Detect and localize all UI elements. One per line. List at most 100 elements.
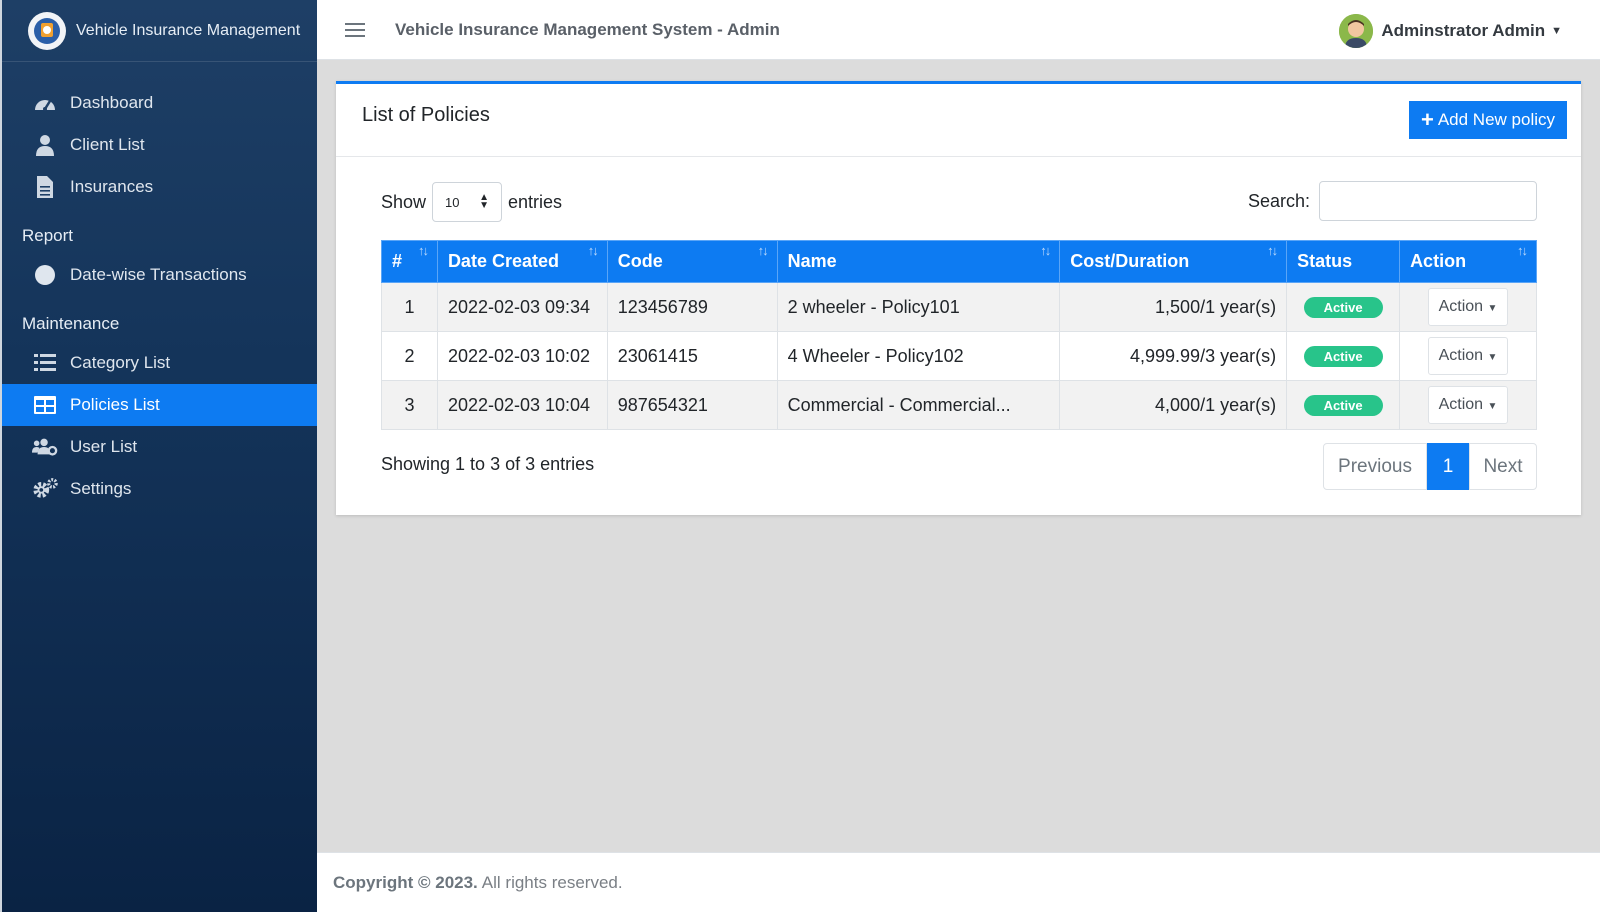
users-gear-icon bbox=[32, 435, 58, 459]
cell-number: 3 bbox=[381, 380, 438, 430]
cell-number: 2 bbox=[381, 331, 438, 381]
sidebar-item-label: Settings bbox=[70, 479, 132, 498]
sidebar-item-date-wise-transactions[interactable]: Date-wise Transactions bbox=[2, 254, 317, 296]
page-length-select[interactable]: 10 ▲ ▼ bbox=[432, 182, 503, 222]
add-new-policy-label: Add New policy bbox=[1437, 110, 1555, 129]
gears-icon bbox=[32, 477, 58, 501]
cell-status: Active bbox=[1286, 331, 1401, 381]
column-header-name[interactable]: Name ↑↓ bbox=[776, 240, 1061, 283]
nav-header-report: Report bbox=[22, 226, 74, 245]
search-control: Search: bbox=[1248, 181, 1537, 221]
user-menu[interactable]: Adminstrator Admin ▼ bbox=[1339, 14, 1562, 48]
footer-rights: All rights reserved. bbox=[481, 872, 623, 892]
sidebar-item-label: Date-wise Transactions bbox=[70, 265, 247, 284]
menu-icon[interactable] bbox=[345, 19, 365, 41]
table-info: Showing 1 to 3 of 3 entries bbox=[381, 454, 595, 474]
brand-title: Vehicle Insurance Management bbox=[76, 21, 301, 39]
sidebar-item-label: Insurances bbox=[70, 177, 154, 196]
avatar bbox=[1339, 14, 1374, 48]
search-input[interactable] bbox=[1319, 181, 1537, 221]
action-dropdown-button[interactable]: Action ▼ bbox=[1427, 288, 1509, 326]
cell-action: Action ▼ bbox=[1399, 380, 1537, 430]
table-header-row: # ↑↓ Date Created ↑↓ Code ↑↓ Name ↑↓ Cost/Du… bbox=[381, 240, 1537, 283]
sidebar-nav: Dashboard Client List Insurances Report … bbox=[2, 62, 317, 510]
cell-cost-duration: 1,500/1 year(s) bbox=[1059, 282, 1288, 332]
status-badge: Active bbox=[1303, 346, 1383, 367]
sort-updown-icon: ▲ ▼ bbox=[479, 192, 490, 211]
cell-status: Active bbox=[1286, 380, 1401, 430]
column-header-action[interactable]: Action ↑↓ bbox=[1399, 240, 1537, 283]
caret-down-icon: ▼ bbox=[1551, 25, 1562, 37]
status-badge: Active bbox=[1303, 297, 1383, 318]
pagination: Previous 1 Next bbox=[1323, 443, 1537, 490]
policies-table: # ↑↓ Date Created ↑↓ Code ↑↓ Name ↑↓ Cost/Du… bbox=[381, 240, 1537, 430]
column-header-date-created[interactable]: Date Created ↑↓ bbox=[436, 240, 608, 283]
caret-down-icon: ▼ bbox=[1487, 352, 1498, 363]
sidebar: Vehicle Insurance Management Dashboard C… bbox=[0, 0, 317, 912]
search-label: Search: bbox=[1247, 190, 1310, 211]
column-header-code[interactable]: Code ↑↓ bbox=[606, 240, 778, 283]
nav-header-maintenance: Maintenance bbox=[22, 314, 120, 333]
sidebar-item-settings[interactable]: Settings bbox=[2, 468, 317, 510]
file-icon bbox=[32, 175, 58, 199]
sort-icon: ↑↓ bbox=[1267, 243, 1278, 258]
sidebar-item-label: Category List bbox=[70, 353, 171, 372]
add-new-policy-button[interactable]: + Add New policy bbox=[1408, 101, 1567, 139]
pagination-page-1[interactable]: 1 bbox=[1427, 443, 1469, 490]
sidebar-item-policies-list[interactable]: Policies List bbox=[2, 384, 317, 426]
footer-copyright: Copyright © 2023. bbox=[333, 872, 478, 892]
column-header-cost-duration[interactable]: Cost/Duration ↑↓ bbox=[1059, 240, 1288, 283]
column-header-number[interactable]: # ↑↓ bbox=[381, 240, 438, 283]
sidebar-item-label: Policies List bbox=[70, 395, 160, 414]
sidebar-item-category-list[interactable]: Category List bbox=[2, 342, 317, 384]
topbar: Vehicle Insurance Management System - Ad… bbox=[317, 0, 1600, 60]
sidebar-item-label: Dashboard bbox=[70, 93, 154, 112]
cell-action: Action ▼ bbox=[1399, 282, 1537, 332]
cell-status: Active bbox=[1286, 282, 1401, 332]
caret-down-icon: ▼ bbox=[1487, 303, 1498, 314]
cell-name: 2 wheeler - Policy101 bbox=[776, 282, 1061, 332]
page-length-control: Show 10 ▲ ▼ entries bbox=[381, 182, 562, 222]
user-name: Adminstrator Admin bbox=[1381, 21, 1546, 40]
table-row: 1 2022-02-03 09:34 123456789 2 wheeler -… bbox=[381, 282, 1537, 332]
sort-icon: ↑↓ bbox=[587, 243, 599, 258]
sort-icon: ↑↓ bbox=[1517, 243, 1528, 258]
system-title: Vehicle Insurance Management System - Ad… bbox=[395, 19, 780, 39]
caret-down-icon: ▼ bbox=[1487, 401, 1498, 412]
cell-code: 123456789 bbox=[606, 282, 778, 332]
card-header: List of Policies + Add New policy bbox=[336, 84, 1581, 157]
sidebar-item-user-list[interactable]: User List bbox=[2, 426, 317, 468]
cell-date-created: 2022-02-03 10:02 bbox=[436, 331, 608, 381]
table-row: 3 2022-02-03 10:04 987654321 Commercial … bbox=[381, 380, 1537, 430]
sort-asc-icon: ↑↓ bbox=[417, 243, 429, 258]
user-icon bbox=[32, 133, 58, 157]
sidebar-item-label: Client List bbox=[70, 135, 145, 154]
pagination-previous[interactable]: Previous bbox=[1323, 443, 1427, 490]
list-icon bbox=[32, 351, 58, 375]
cell-name: Commercial - Commercial... bbox=[776, 380, 1061, 430]
pagination-next[interactable]: Next bbox=[1469, 443, 1537, 490]
page-length-value: 10 bbox=[445, 194, 460, 210]
sort-icon: ↑↓ bbox=[1040, 243, 1051, 258]
card-title: List of Policies bbox=[362, 104, 490, 126]
sidebar-item-dashboard[interactable]: Dashboard bbox=[2, 82, 317, 124]
sort-icon: ↑↓ bbox=[757, 243, 769, 258]
brand[interactable]: Vehicle Insurance Management bbox=[2, 0, 317, 62]
cell-date-created: 2022-02-03 09:34 bbox=[436, 282, 608, 332]
sidebar-item-client-list[interactable]: Client List bbox=[2, 124, 317, 166]
action-dropdown-button[interactable]: Action ▼ bbox=[1427, 337, 1509, 375]
cell-cost-duration: 4,999.99/3 year(s) bbox=[1059, 331, 1288, 381]
circle-icon bbox=[32, 263, 58, 287]
cell-code: 23061415 bbox=[606, 331, 778, 381]
cell-cost-duration: 4,000/1 year(s) bbox=[1059, 380, 1288, 430]
cell-date-created: 2022-02-03 10:04 bbox=[436, 380, 608, 430]
plus-icon: + bbox=[1420, 107, 1434, 132]
table-row: 2 2022-02-03 10:02 23061415 4 Wheeler - … bbox=[381, 331, 1537, 381]
sidebar-item-insurances[interactable]: Insurances bbox=[2, 166, 317, 208]
table-icon bbox=[32, 393, 58, 417]
action-dropdown-button[interactable]: Action ▼ bbox=[1427, 386, 1509, 424]
cell-name: 4 Wheeler - Policy102 bbox=[776, 331, 1061, 381]
sidebar-item-label: User List bbox=[70, 437, 138, 456]
cell-number: 1 bbox=[381, 282, 438, 332]
dashboard-icon bbox=[32, 91, 58, 115]
